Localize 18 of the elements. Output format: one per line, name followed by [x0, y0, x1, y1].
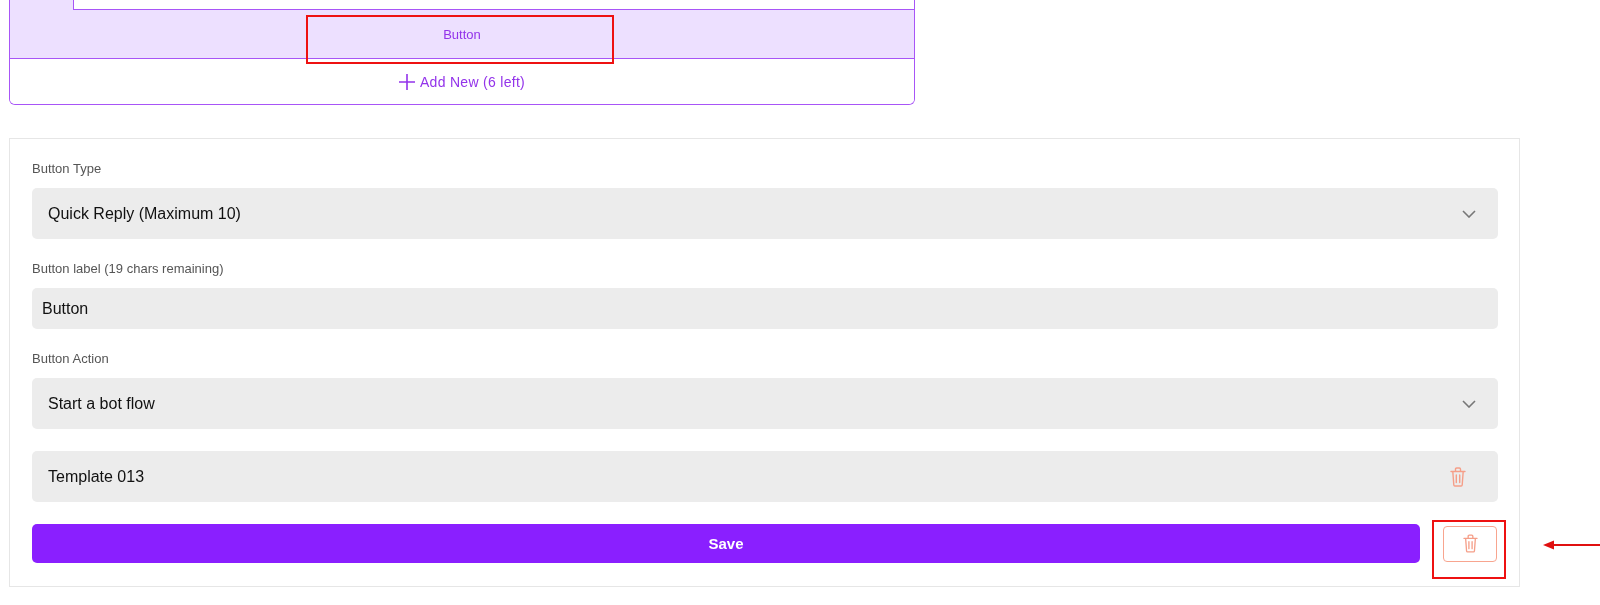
chevron-down-icon	[1462, 399, 1476, 408]
delete-button[interactable]	[1443, 525, 1497, 562]
quick-reply-button[interactable]: Button	[10, 10, 914, 59]
trash-icon[interactable]	[1450, 466, 1466, 487]
plus-icon	[398, 73, 415, 90]
chevron-down-icon	[1462, 209, 1476, 218]
dropdown-value: Quick Reply (Maximum 10)	[48, 204, 241, 223]
field-label: Button Action	[32, 351, 110, 367]
template-field[interactable]: Template 013	[32, 451, 1498, 502]
dropdown[interactable]: Quick Reply (Maximum 10)	[32, 188, 1498, 239]
save-button[interactable]: Save	[32, 524, 1420, 563]
template-name: Template 013	[48, 467, 145, 486]
dropdown[interactable]: Start a bot flow	[32, 378, 1498, 429]
field-label: Button Type	[32, 161, 103, 177]
label-input[interactable]: Button	[32, 288, 1498, 329]
trash-icon	[1462, 534, 1478, 553]
field-label: Button label (19 chars remaining)	[32, 261, 225, 277]
dropdown-value: Start a bot flow	[48, 394, 155, 413]
